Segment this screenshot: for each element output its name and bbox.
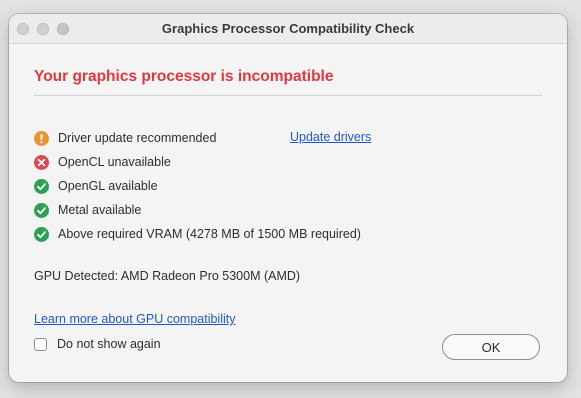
learn-more-link[interactable]: Learn more about GPU compatibility — [34, 312, 235, 326]
check-label: OpenGL available — [58, 179, 158, 193]
checkmark-icon — [34, 202, 49, 218]
gpu-detected-text: GPU Detected: AMD Radeon Pro 5300M (AMD) — [34, 269, 301, 283]
check-label: OpenCL unavailable — [58, 155, 171, 169]
check-label: Driver update recommended — [58, 131, 217, 145]
window-title: Graphics Processor Compatibility Check — [161, 21, 415, 36]
checkmark-icon — [34, 178, 49, 194]
check-item-opencl: OpenCL unavailable — [34, 150, 361, 174]
ok-button[interactable]: OK — [442, 334, 540, 360]
dialog-window: Graphics Processor Compatibility Check Y… — [9, 14, 567, 382]
check-item-vram: Above required VRAM (4278 MB of 1500 MB … — [34, 222, 361, 246]
do-not-show-again-label[interactable]: Do not show again — [57, 337, 161, 351]
check-item-opengl: OpenGL available — [34, 174, 361, 198]
incompatible-headline: Your graphics processor is incompatible — [34, 68, 334, 85]
error-icon — [34, 154, 49, 170]
warning-icon — [34, 130, 49, 146]
check-label: Above required VRAM (4278 MB of 1500 MB … — [58, 227, 361, 241]
check-item-metal: Metal available — [34, 198, 361, 222]
do-not-show-again-checkbox[interactable] — [34, 337, 47, 351]
check-label: Metal available — [58, 203, 142, 217]
divider — [34, 95, 542, 96]
checkmark-icon — [34, 226, 49, 242]
title-bar[interactable]: Graphics Processor Compatibility Check — [9, 14, 567, 44]
compatibility-check-list: Driver update recommended Update drivers… — [34, 126, 371, 246]
check-item-driver: Driver update recommended Update drivers — [34, 126, 371, 150]
do-not-show-again-row[interactable]: Do not show again — [34, 337, 161, 351]
update-drivers-link[interactable]: Update drivers — [290, 130, 371, 144]
